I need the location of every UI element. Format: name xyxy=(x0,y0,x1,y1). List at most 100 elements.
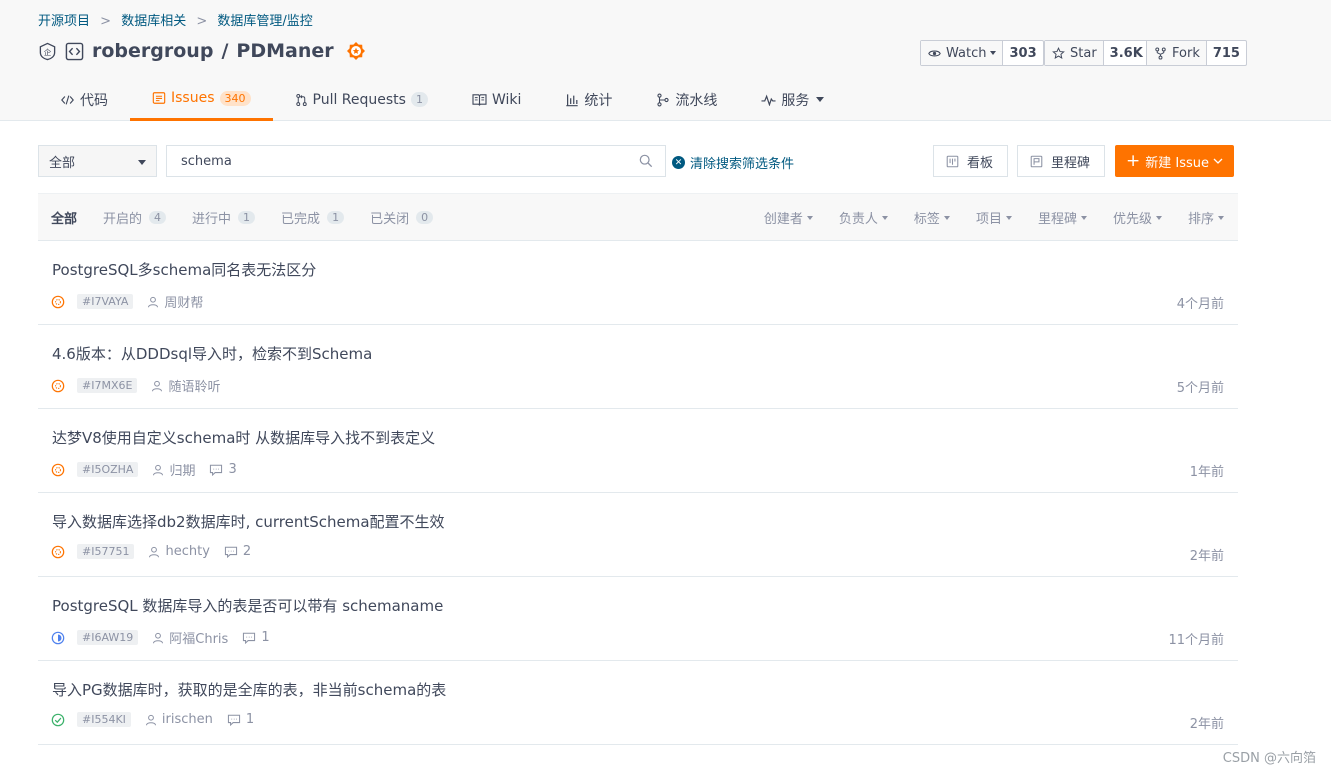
star-label: Star xyxy=(1070,45,1097,61)
issue-row[interactable]: 导入PG数据库时，获取的是全库的表，非当前schema的表 #I554KI ir… xyxy=(38,661,1238,745)
issue-id[interactable]: #I6AW19 xyxy=(77,630,139,645)
filter-project-label: 项目 xyxy=(975,212,1002,227)
tab-pipeline[interactable]: 流水线 xyxy=(634,81,739,118)
fork-button[interactable]: Fork 715 xyxy=(1146,40,1247,66)
repo-name[interactable]: PDManer xyxy=(236,40,333,62)
issue-row[interactable]: 达梦V8使用自定义schema时 从数据库导入找不到表定义 #I5OZHA 归期 xyxy=(38,409,1238,493)
search-box xyxy=(166,145,666,177)
issue-id[interactable]: #I57751 xyxy=(77,544,135,559)
issue-author[interactable]: irischen xyxy=(145,712,213,727)
issue-author-name: 周财帮 xyxy=(164,296,204,311)
repo-owner[interactable]: robergroup xyxy=(92,40,213,62)
issue-author[interactable]: 随语聆听 xyxy=(151,376,220,395)
watch-button[interactable]: Watch 303 xyxy=(920,40,1044,66)
filter-author[interactable]: 创建者 xyxy=(764,208,813,227)
issue-id[interactable]: #I7MX6E xyxy=(77,378,138,393)
filter-milestone[interactable]: 里程碑 xyxy=(1038,208,1087,227)
issue-id[interactable]: #I554KI xyxy=(77,712,131,727)
issue-meta: #I7MX6E 随语聆听 xyxy=(51,376,234,395)
state-tab-progressing-count: 1 xyxy=(238,211,256,224)
comment-icon xyxy=(227,714,240,726)
repository-icon xyxy=(65,42,84,60)
done-status-icon xyxy=(51,713,65,726)
fork-action[interactable]: Fork xyxy=(1147,41,1207,65)
comment-icon xyxy=(210,464,223,476)
star-action[interactable]: Star xyxy=(1045,41,1104,65)
tab-statistics[interactable]: 统计 xyxy=(543,81,634,118)
tab-issues[interactable]: Issues 340 xyxy=(130,81,273,121)
milestone-button[interactable]: 里程碑 xyxy=(1017,145,1106,177)
tab-services-label: 服务 xyxy=(781,92,810,109)
issue-author[interactable]: hechty xyxy=(148,544,210,559)
filter-project[interactable]: 项目 xyxy=(976,208,1012,227)
state-tab-progressing[interactable]: 进行中 1 xyxy=(192,208,256,227)
issue-comments[interactable]: 3 xyxy=(209,462,237,477)
open-status-icon xyxy=(51,295,65,308)
issue-comments[interactable]: 1 xyxy=(227,712,254,727)
breadcrumb: 开源项目 > 数据库相关 > 数据库管理/监控 xyxy=(38,10,313,29)
state-tab-done[interactable]: 已完成 1 xyxy=(281,208,345,227)
breadcrumb-item-database[interactable]: 数据库相关 xyxy=(121,14,186,29)
issue-title[interactable]: 达梦V8使用自定义schema时 从数据库导入找不到表定义 xyxy=(52,427,435,448)
issue-row[interactable]: PostgreSQL多schema同名表无法区分 #I7VAYA 周财帮 4个月… xyxy=(38,241,1238,325)
user-icon xyxy=(153,632,164,643)
issue-title[interactable]: 导入PG数据库时，获取的是全库的表，非当前schema的表 xyxy=(52,679,446,700)
issue-row[interactable]: 4.6版本：从DDDsql导入时，检索不到Schema #I7MX6E 随语聆听… xyxy=(38,325,1238,409)
filter-assignee[interactable]: 负责人 xyxy=(839,208,888,227)
tab-services[interactable]: 服务 xyxy=(739,81,846,118)
milestone-label: 里程碑 xyxy=(1051,155,1091,171)
open-status-icon xyxy=(51,545,65,558)
issue-row[interactable]: PostgreSQL 数据库导入的表是否可以带有 schemaname #I6A… xyxy=(38,577,1238,661)
issue-comments[interactable]: 1 xyxy=(242,630,270,645)
watch-dropdown[interactable]: Watch xyxy=(921,41,1004,65)
comment-icon xyxy=(243,632,256,644)
caret-down-icon xyxy=(1080,215,1087,220)
state-tab-done-count: 1 xyxy=(327,211,345,224)
issue-title[interactable]: PostgreSQL 数据库导入的表是否可以带有 schemaname xyxy=(52,595,443,616)
issues-icon xyxy=(152,92,166,104)
filter-priority[interactable]: 优先级 xyxy=(1113,208,1162,227)
watch-count[interactable]: 303 xyxy=(1003,41,1042,65)
issue-row[interactable]: 导入数据库选择db2数据库时, currentSchema配置不生效 #I577… xyxy=(38,493,1238,577)
star-button[interactable]: Star 3.6K xyxy=(1044,40,1150,66)
search-input[interactable] xyxy=(167,146,627,176)
clear-filters-link[interactable]: ✕ 清除搜索筛选条件 xyxy=(672,153,794,172)
issue-author[interactable]: 周财帮 xyxy=(147,292,203,311)
issue-title[interactable]: 4.6版本：从DDDsql导入时，检索不到Schema xyxy=(52,343,372,364)
star-count[interactable]: 3.6K xyxy=(1104,41,1149,65)
board-button[interactable]: 看板 xyxy=(933,145,1009,177)
issue-id[interactable]: #I7VAYA xyxy=(77,294,134,309)
issue-time: 5个月前 xyxy=(1176,381,1224,396)
filter-label[interactable]: 标签 xyxy=(914,208,950,227)
issue-time: 2年前 xyxy=(1189,717,1224,732)
breadcrumb-item-db-management[interactable]: 数据库管理/监控 xyxy=(217,14,312,29)
state-tab-all[interactable]: 全部 xyxy=(51,208,77,227)
recommended-badge-icon xyxy=(346,42,365,60)
issue-title[interactable]: PostgreSQL多schema同名表无法区分 xyxy=(52,259,316,280)
breadcrumb-item-open-source[interactable]: 开源项目 xyxy=(38,14,90,29)
issue-comment-count: 2 xyxy=(242,544,252,559)
tab-code[interactable]: 代码 xyxy=(38,81,130,118)
issue-author-name: 随语聆听 xyxy=(168,380,221,395)
tab-pull-requests[interactable]: Pull Requests 1 xyxy=(273,81,450,118)
tab-wiki[interactable]: Wiki xyxy=(450,81,543,118)
pipeline-icon xyxy=(657,93,669,106)
issue-title[interactable]: 导入数据库选择db2数据库时, currentSchema配置不生效 xyxy=(52,511,445,532)
new-issue-button[interactable]: + 新建 Issue xyxy=(1115,145,1234,177)
issue-time: 11个月前 xyxy=(1168,633,1224,648)
state-tab-open[interactable]: 开启的 4 xyxy=(103,208,167,227)
tab-pull-requests-label: Pull Requests xyxy=(312,91,406,108)
issue-state-bar: 全部 开启的 4 进行中 1 已完成 1 已关闭 0 创建者 负责人 标签 项目… xyxy=(38,193,1238,241)
search-icon[interactable] xyxy=(639,154,653,168)
code-icon xyxy=(61,94,74,105)
issue-id[interactable]: #I5OZHA xyxy=(77,462,139,477)
issue-author[interactable]: 阿福Chris xyxy=(152,628,228,647)
milestone-icon xyxy=(1030,155,1043,167)
sort-order[interactable]: 排序 xyxy=(1188,208,1224,227)
scope-select[interactable]: 全部 xyxy=(38,145,157,177)
state-tab-closed[interactable]: 已关闭 0 xyxy=(370,208,434,227)
issue-author[interactable]: 归期 xyxy=(152,460,195,479)
issue-comments[interactable]: 2 xyxy=(224,544,251,559)
fork-count[interactable]: 715 xyxy=(1207,41,1246,65)
tab-wiki-label: Wiki xyxy=(491,91,522,108)
